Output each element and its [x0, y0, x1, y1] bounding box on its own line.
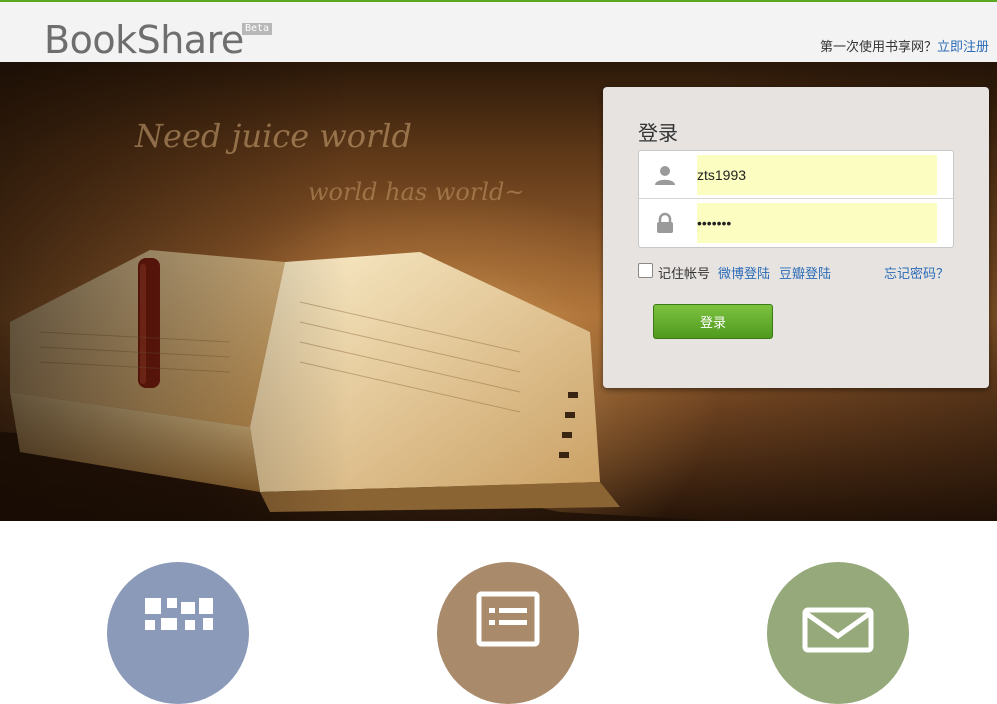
register-link[interactable]: 立即注册 — [937, 39, 989, 54]
remember-label[interactable]: 记住帐号 — [658, 263, 710, 282]
site-header: BookShare Beta 第一次使用书享网？立即注册 — [0, 2, 997, 62]
user-icon — [655, 166, 675, 185]
login-input-group — [638, 150, 954, 248]
mail-icon — [802, 607, 874, 653]
login-button[interactable]: 登录 — [653, 304, 773, 339]
password-row — [639, 199, 953, 247]
qr-code-icon — [145, 598, 213, 630]
feature-qr-circle[interactable] — [107, 562, 249, 704]
register-prompt-text: 第一次使用书享网？ — [819, 39, 937, 54]
hero-slogan-line1: Need juice world — [135, 117, 412, 155]
feature-list-circle[interactable] — [437, 562, 579, 704]
beta-badge: Beta — [242, 23, 273, 35]
list-document-icon — [476, 591, 540, 647]
douban-login-link[interactable]: 豆瓣登陆 — [779, 263, 831, 282]
weibo-login-link[interactable]: 微博登陆 — [718, 263, 770, 282]
site-logo[interactable]: BookShare — [44, 18, 244, 62]
forgot-password-link[interactable]: 忘记密码？ — [884, 263, 949, 282]
remember-checkbox[interactable] — [638, 263, 653, 278]
lock-icon — [657, 212, 673, 233]
register-prompt: 第一次使用书享网？立即注册 — [820, 36, 989, 55]
login-title: 登录 — [638, 123, 678, 145]
hero-slogan-line2: world has world~ — [308, 178, 525, 206]
username-row — [639, 151, 953, 199]
username-input[interactable] — [697, 155, 937, 195]
password-input[interactable] — [697, 203, 937, 243]
login-panel: 登录 记住帐号 微博登陆 豆瓣登陆 忘记密码？ 登录 — [603, 87, 989, 388]
login-options: 记住帐号 微博登陆 豆瓣登陆 忘记密码？ — [638, 262, 958, 282]
feature-mail-circle[interactable] — [767, 562, 909, 704]
